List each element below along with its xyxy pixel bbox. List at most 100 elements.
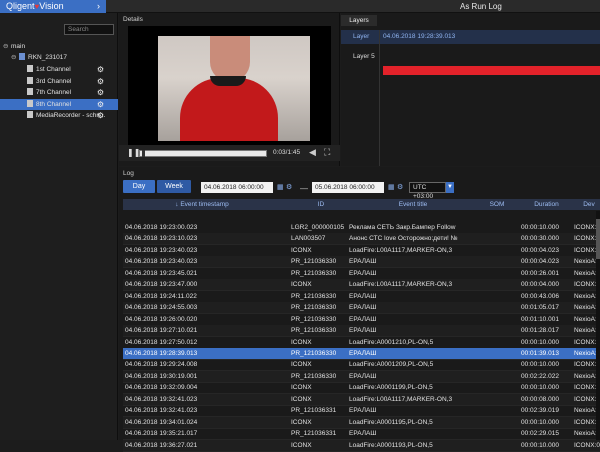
table-cell: ЕРАЛАШ	[349, 407, 377, 415]
brand-product: Vision	[39, 1, 64, 11]
table-row[interactable]: 04.06.2018 19:36:27.021 ICONX LoadFire:A00…	[123, 439, 600, 452]
time-icon[interactable]: ⚙	[286, 183, 294, 192]
week-button[interactable]: Week	[157, 180, 191, 193]
gear-icon[interactable]: ⚙	[97, 110, 104, 121]
top-bar: Qligent♥Vision › As Run Log	[0, 0, 600, 13]
column-header-label: SOM	[489, 201, 505, 208]
video-player[interactable]	[128, 26, 331, 156]
gear-icon[interactable]: ⚙	[97, 76, 104, 87]
from-date-input[interactable]: 04.06.2018 06:00:00	[201, 182, 273, 193]
sidebar-item[interactable]: MediaRecorder - schn... ⚙	[0, 110, 118, 121]
sidebar-item[interactable]: 3rd Channel ⚙	[0, 76, 118, 87]
scrollbar-thumb[interactable]	[596, 219, 600, 259]
calendar-icon[interactable]: ▦	[388, 183, 396, 192]
seek-handle[interactable]	[142, 150, 145, 157]
seek-bar[interactable]	[139, 150, 267, 157]
table-cell: 04.06.2018 19:23:40.023	[125, 258, 198, 266]
table-cell: LoadFire:A0001195,PL-ON,5	[349, 418, 433, 426]
player-controls: ❚❚ 0:03/1:45 ◀ ⛶	[119, 145, 340, 161]
sidebar: Search ⊖ main ⊖ RKN_231017 1st Channel ⚙ 3rd C…	[0, 13, 118, 440]
table-row[interactable]: 04.06.2018 19:32:41.023 PR_121036331 ЕРАЛА…	[123, 405, 600, 418]
table-row[interactable]: 04.06.2018 19:24:11.022 PR_121036330 ЕРАЛА…	[123, 291, 600, 303]
table-cell: ЕРАЛАШ	[349, 258, 377, 266]
layer-row[interactable]: Layer 5	[341, 51, 600, 63]
table-cell: 00:01:05.017	[521, 304, 559, 312]
fullscreen-icon[interactable]: ⛶	[324, 147, 330, 158]
table-row[interactable]: 04.06.2018 19:26:00.020 PR_121036330 ЕРАЛА…	[123, 314, 600, 326]
table-cell: 04.06.2018 19:23:45.021	[125, 269, 198, 277]
column-header[interactable]: ID	[291, 199, 351, 210]
sidebar-item[interactable]: ⊖ RKN_231017	[0, 52, 118, 63]
table-cell: 00:00:43.006	[521, 292, 559, 300]
table-row[interactable]: 04.06.2018 19:27:50.012 ICONX LoadFire:A00…	[123, 337, 600, 349]
table-row[interactable]: 04.06.2018 19:32:09.004 ICONX LoadFire:A00…	[123, 382, 600, 395]
day-button[interactable]: Day	[123, 180, 155, 193]
column-header[interactable]: Event title	[351, 199, 475, 210]
calendar-icon[interactable]: ▦	[277, 183, 285, 192]
table-row[interactable]: 04.06.2018 19:23:40.023 PR_121036330 ЕРАЛА…	[123, 256, 600, 269]
layer-timeline-bar[interactable]	[383, 66, 600, 75]
table-cell: 04.06.2018 19:27:10.021	[125, 327, 198, 335]
table-cell: ЕРАЛАШ	[349, 304, 377, 312]
table-row[interactable]: 04.06.2018 19:23:10.023 LAN003507 Анонс СТ…	[123, 233, 600, 246]
column-header-label: Event title	[398, 201, 428, 208]
sidebar-item-label: RKN_231017	[28, 54, 68, 61]
column-header-label: ID	[317, 201, 325, 208]
table-row[interactable]: 04.06.2018 19:23:45.021 PR_121036330 ЕРАЛА…	[123, 268, 600, 280]
timezone-select[interactable]: UTC +03:00	[409, 182, 446, 200]
table-row[interactable]: 04.06.2018 19:24:55.003 PR_121036330 ЕРАЛА…	[123, 302, 600, 315]
table-cell: 00:01:39.013	[521, 349, 559, 357]
gear-icon[interactable]: ⚙	[97, 99, 104, 110]
time-icon[interactable]: ⚙	[397, 183, 405, 192]
column-header[interactable]: Duration	[521, 199, 572, 210]
table-row[interactable]: 04.06.2018 19:27:10.021 PR_121036330 ЕРАЛА…	[123, 325, 600, 338]
search-input[interactable]: Search	[64, 24, 114, 35]
table-cell: 04.06.2018 19:28:39.013	[125, 349, 198, 357]
table-row[interactable]: 04.06.2018 19:30:19.001 PR_121036330 ЕРАЛА…	[123, 370, 600, 383]
group-icon	[19, 53, 25, 60]
table-row[interactable]: 04.06.2018 19:32:41.023 ICONX LoadFire:L00…	[123, 393, 600, 406]
table-row[interactable]: 04.06.2018 19:23:00.023 LGR2_000000105 Рек…	[123, 222, 600, 234]
table-cell: LoadFire:A0001199,PL-ON,5	[349, 384, 433, 392]
column-header-label: Event timestamp	[180, 201, 229, 208]
table-cell: 00:02:29.015	[521, 430, 559, 438]
column-header[interactable]: SOM	[475, 199, 519, 210]
table-row[interactable]: 04.06.2018 19:23:40.023 ICONX LoadFire:L00…	[123, 245, 600, 257]
tab-layers[interactable]: Layers	[341, 15, 377, 26]
table-cell: PR_121036330	[291, 349, 337, 357]
table-row[interactable]: 04.06.2018 19:28:39.013 PR_121036330 ЕРАЛА…	[123, 347, 600, 360]
to-date-input[interactable]: 05.06.2018 06:00:00	[312, 182, 384, 193]
table-cell: ICONX	[291, 395, 312, 403]
table-row[interactable]: 04.06.2018 19:35:21.017 PR_121036331 ЕРАЛА…	[123, 428, 600, 441]
table-scrollbar[interactable]	[596, 211, 600, 440]
table-cell: LoadFire:L00A1117,MARKER-ON,3	[349, 281, 453, 289]
table-cell: 04.06.2018 19:32:41.023	[125, 395, 198, 403]
sidebar-item[interactable]: 7th Channel ⚙	[0, 87, 118, 98]
column-header[interactable]: Dev	[574, 199, 600, 210]
brand-logo[interactable]: Qligent♥Vision ›	[0, 0, 106, 13]
table-cell: PR_121036330	[291, 327, 337, 335]
chevron-right-icon[interactable]: ›	[97, 0, 100, 13]
sidebar-item[interactable]: ⊖ main	[0, 41, 118, 52]
gear-icon[interactable]: ⚙	[97, 87, 104, 98]
chevron-down-icon[interactable]: ▼	[446, 182, 454, 193]
table-row[interactable]: 04.06.2018 19:34:01.024 ICONX LoadFire:A00…	[123, 416, 600, 429]
table-cell: 04.06.2018 19:34:01.024	[125, 418, 198, 426]
playback-time: 0:03/1:45	[273, 149, 301, 156]
volume-icon[interactable]: ◀	[309, 147, 316, 158]
red-shirt	[180, 78, 278, 141]
gear-icon[interactable]: ⚙	[97, 64, 104, 75]
table-cell: 00:01:10.001	[521, 315, 559, 323]
video-frame	[158, 36, 310, 141]
table-cell: 00:00:30.000	[521, 235, 559, 243]
collapse-icon[interactable]: ⊖	[3, 41, 11, 52]
table-cell: ЕРАЛАШ	[349, 327, 377, 335]
column-header[interactable]: ↓ Event timestamp	[127, 199, 277, 210]
table-cell: 00:00:10.000	[521, 441, 559, 449]
table-row[interactable]: 04.06.2018 19:23:47.000 ICONX LoadFire:L00…	[123, 279, 600, 292]
sidebar-item[interactable]: 1st Channel ⚙	[0, 64, 118, 75]
table-cell: ICONX	[291, 246, 312, 254]
collapse-icon[interactable]: ⊖	[11, 52, 19, 63]
sidebar-item[interactable]: 8th Channel ⚙	[0, 99, 118, 110]
table-row[interactable]: 04.06.2018 19:29:24.008 ICONX LoadFire:A00…	[123, 359, 600, 372]
